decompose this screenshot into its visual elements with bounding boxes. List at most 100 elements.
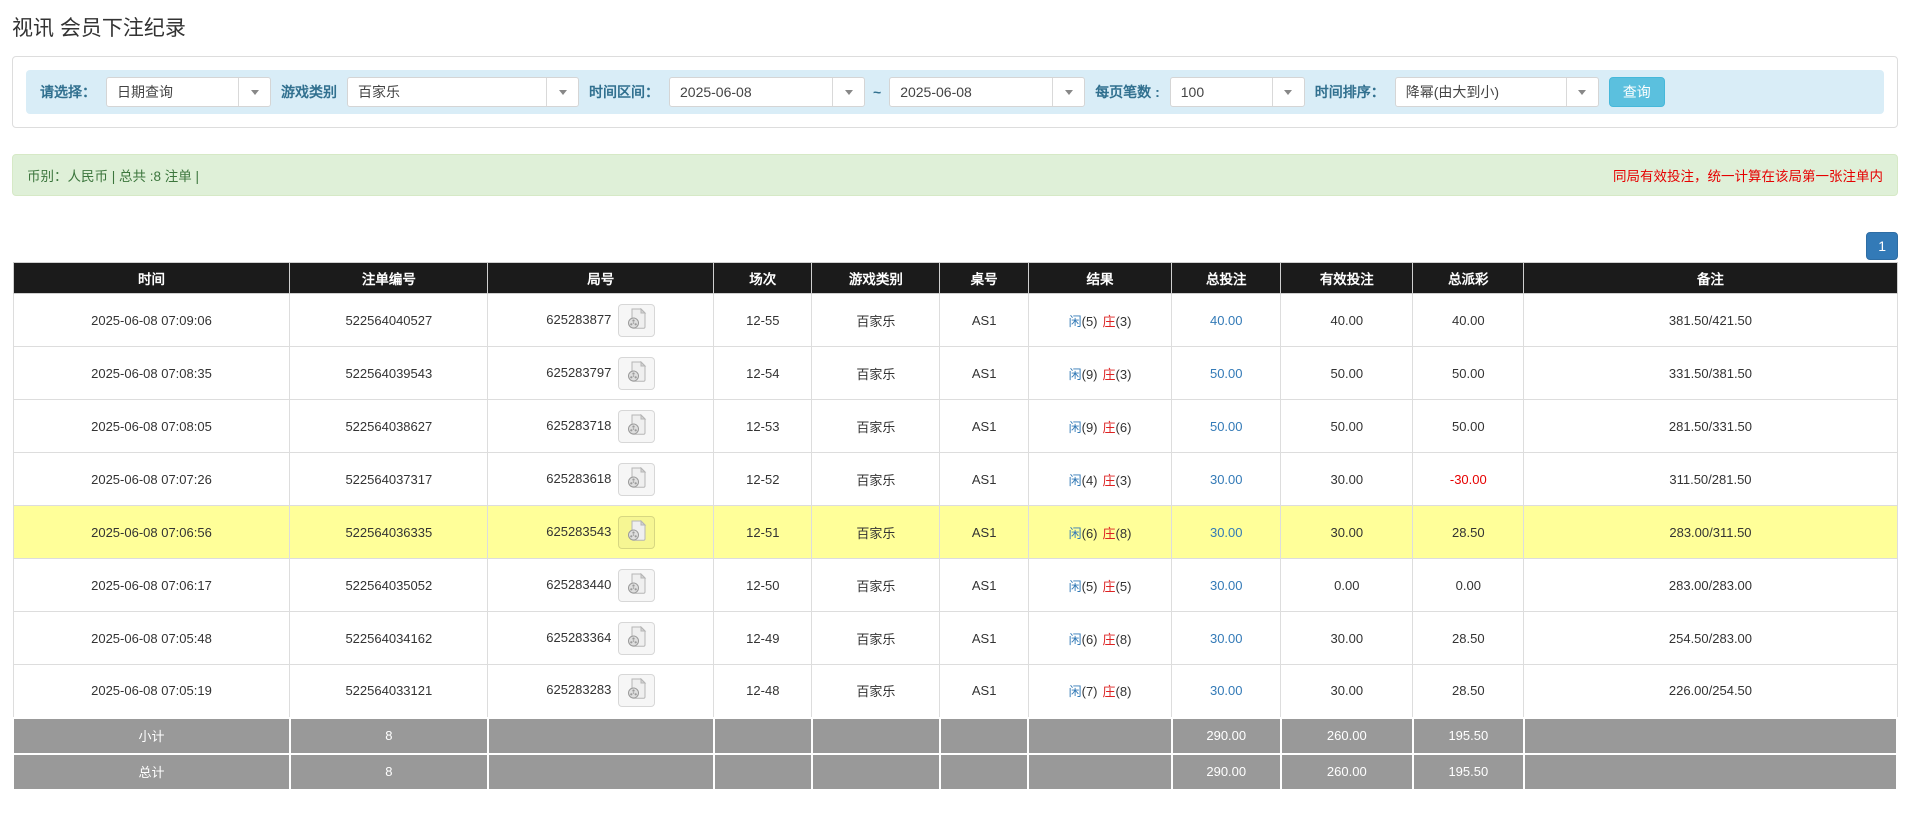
result-player-points: (9): [1082, 367, 1098, 382]
column-header-7: 总投注: [1172, 263, 1281, 294]
cell-remark: 283.00/311.50: [1524, 506, 1897, 559]
total-payout: 195.50: [1413, 754, 1524, 790]
chevron-down-icon: [832, 78, 864, 106]
total-empty-table: [940, 754, 1029, 790]
query-type-select[interactable]: 日期查询: [106, 77, 271, 107]
video-replay-button[interactable]: [618, 304, 655, 337]
cell-table-no: AS1: [940, 347, 1029, 400]
total-valid-bet: 260.00: [1281, 754, 1413, 790]
result-player-label: 闲: [1069, 526, 1082, 541]
result-banker-label: 庄: [1103, 632, 1116, 647]
cell-time: 2025-06-08 07:06:17: [13, 559, 290, 612]
video-replay-button[interactable]: [618, 516, 655, 549]
video-replay-button[interactable]: [618, 463, 655, 496]
total-empty-remark: [1524, 754, 1897, 790]
record-row: 2025-06-08 07:06:56522564036335 625283543…: [13, 506, 1897, 559]
currency-total-text: 币别：人民币 | 总共 :8 注单 |: [27, 165, 199, 185]
cell-game-type: 百家乐: [812, 506, 940, 559]
cell-total-bet: 30.00: [1172, 506, 1281, 559]
total-bet-link[interactable]: 30.00: [1210, 578, 1243, 593]
record-row: 2025-06-08 07:08:35522564039543625283797…: [13, 347, 1897, 400]
video-replay-button[interactable]: [618, 622, 655, 655]
result-player-points: (5): [1082, 314, 1098, 329]
result-player-label: 闲: [1069, 632, 1082, 647]
per-page-select[interactable]: 100: [1170, 77, 1305, 107]
video-replay-button[interactable]: [618, 410, 655, 443]
result-banker-points: (5): [1116, 579, 1132, 594]
round-no-text: 625283797: [546, 364, 611, 379]
cell-payout: 28.50: [1413, 665, 1524, 718]
cell-session: 12-55: [714, 294, 812, 347]
result-banker-label: 庄: [1103, 473, 1116, 488]
column-header-6: 结果: [1028, 263, 1171, 294]
cell-time: 2025-06-08 07:05:48: [13, 612, 290, 665]
search-button[interactable]: 查询: [1609, 77, 1665, 107]
cell-valid-bet: 30.00: [1281, 665, 1413, 718]
cell-payout: -30.00: [1413, 453, 1524, 506]
total-bet-link[interactable]: 40.00: [1210, 313, 1243, 328]
video-replay-button[interactable]: [618, 569, 655, 602]
range-separator: ~: [873, 84, 881, 100]
cell-time: 2025-06-08 07:06:56: [13, 506, 290, 559]
cell-result: 闲(9)庄(6): [1028, 400, 1171, 453]
round-no-text: 625283718: [546, 417, 611, 432]
result-banker-label: 庄: [1103, 579, 1116, 594]
total-bet-link[interactable]: 30.00: [1210, 525, 1243, 540]
video-replay-button[interactable]: [618, 674, 655, 707]
cell-valid-bet: 30.00: [1281, 612, 1413, 665]
round-no-text: 625283543: [546, 523, 611, 538]
date-from-value: 2025-06-08: [670, 78, 832, 106]
total-bet-link[interactable]: 30.00: [1210, 683, 1243, 698]
total-count: 8: [290, 754, 488, 790]
total-empty-game: [812, 754, 940, 790]
total-bet-link[interactable]: 50.00: [1210, 419, 1243, 434]
cell-bet-id: 522564036335: [290, 506, 488, 559]
result-banker-label: 庄: [1103, 684, 1116, 699]
video-record-icon: [627, 361, 647, 386]
column-header-4: 游戏类别: [812, 263, 940, 294]
video-record-icon: [627, 626, 647, 651]
cell-valid-bet: 50.00: [1281, 347, 1413, 400]
result-banker-points: (3): [1116, 473, 1132, 488]
total-bet-link[interactable]: 30.00: [1210, 631, 1243, 646]
round-no-text: 625283283: [546, 682, 611, 697]
cell-payout: 50.00: [1413, 347, 1524, 400]
total-bet-link[interactable]: 50.00: [1210, 366, 1243, 381]
subtotal-empty-session: [714, 718, 812, 754]
filter-panel: 请选择： 日期查询 游戏类别 百家乐 时间区间： 2025-06-08 ~ 20…: [12, 56, 1898, 128]
cell-result: 闲(6)庄(8): [1028, 506, 1171, 559]
result-player-label: 闲: [1069, 367, 1082, 382]
cell-remark: 283.00/283.00: [1524, 559, 1897, 612]
sort-order-select[interactable]: 降幂(由大到小): [1395, 77, 1599, 107]
column-header-2: 局号: [488, 263, 714, 294]
result-player-label: 闲: [1069, 473, 1082, 488]
record-row: 2025-06-08 07:05:48522564034162625283364…: [13, 612, 1897, 665]
page-1-button[interactable]: 1: [1866, 232, 1898, 260]
video-record-icon: [627, 414, 647, 439]
cell-result: 闲(5)庄(5): [1028, 559, 1171, 612]
column-header-0: 时间: [13, 263, 290, 294]
date-from-select[interactable]: 2025-06-08: [669, 77, 865, 107]
cell-total-bet: 30.00: [1172, 453, 1281, 506]
cell-total-bet: 30.00: [1172, 612, 1281, 665]
cell-payout: 0.00: [1413, 559, 1524, 612]
cell-table-no: AS1: [940, 559, 1029, 612]
cell-payout: 40.00: [1413, 294, 1524, 347]
cell-game-type: 百家乐: [812, 294, 940, 347]
subtotal-count: 8: [290, 718, 488, 754]
cell-time: 2025-06-08 07:07:26: [13, 453, 290, 506]
select-type-label: 请选择：: [40, 82, 96, 102]
total-bet-link[interactable]: 30.00: [1210, 472, 1243, 487]
cell-session: 12-54: [714, 347, 812, 400]
cell-total-bet: 30.00: [1172, 665, 1281, 718]
video-record-icon: [627, 308, 647, 333]
game-type-select[interactable]: 百家乐: [347, 77, 579, 107]
cell-bet-id: 522564034162: [290, 612, 488, 665]
cell-game-type: 百家乐: [812, 400, 940, 453]
result-banker-label: 庄: [1103, 367, 1116, 382]
video-replay-button[interactable]: [618, 357, 655, 390]
date-to-select[interactable]: 2025-06-08: [889, 77, 1085, 107]
cell-table-no: AS1: [940, 453, 1029, 506]
round-no-text: 625283440: [546, 576, 611, 591]
subtotal-payout: 195.50: [1413, 718, 1524, 754]
